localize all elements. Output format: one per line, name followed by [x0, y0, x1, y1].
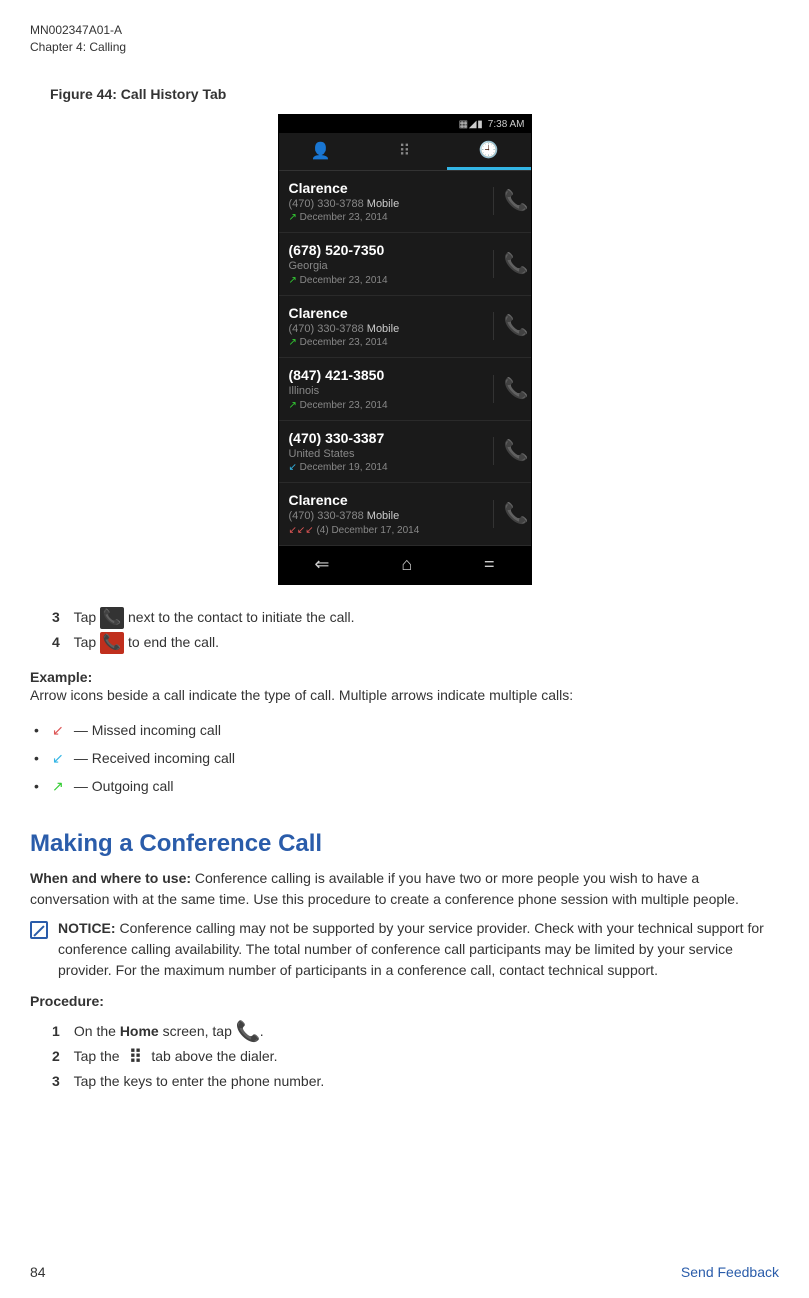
call-action-icon[interactable]: 📞 [493, 500, 521, 528]
call-row[interactable]: Clarence(470) 330-3788 Mobile↗ December … [279, 171, 531, 233]
chapter-label: Chapter 4: Calling [30, 39, 779, 56]
history-tab[interactable]: 🕘 [447, 133, 531, 170]
call-row[interactable]: (470) 330-3387United States↙ December 19… [279, 421, 531, 483]
figure-title: Figure 44: Call History Tab [50, 86, 779, 102]
page-footer: 84 Send Feedback [30, 1264, 779, 1280]
call-row[interactable]: Clarence(470) 330-3788 Mobile↗ December … [279, 296, 531, 358]
phone-app-icon: 📞 [236, 1021, 260, 1043]
call-action-icon[interactable]: 📞 [493, 187, 521, 215]
home-button[interactable]: ⌂ [401, 554, 412, 575]
call-icon: 📞 [100, 607, 124, 629]
back-button[interactable]: ⇐ [314, 554, 329, 575]
step-number: 2 [52, 1044, 70, 1069]
missed-call-icon: ↙ [52, 716, 70, 744]
step-list-a: 3 Tap 📞 next to the contact to initiate … [52, 605, 779, 655]
call-action-icon[interactable]: 📞 [493, 312, 521, 340]
android-navbar: ⇐ ⌂ = [279, 546, 531, 584]
recent-button[interactable]: = [484, 554, 495, 575]
step-number: 3 [52, 605, 70, 630]
status-bar: 7:38 AM ▦ ◢ ▮ [279, 115, 531, 133]
step-number: 1 [52, 1019, 70, 1044]
when-where-text: When and where to use: Conference callin… [30, 868, 779, 910]
notice-block: NOTICE: Conference calling may not be su… [30, 918, 779, 981]
contacts-tab[interactable]: 👤 [279, 133, 363, 170]
received-call-icon: ↙ [52, 744, 70, 772]
section-title: Making a Conference Call [30, 830, 779, 858]
keypad-tab[interactable]: ⠿ [363, 133, 447, 170]
notice-icon [30, 921, 48, 939]
call-action-icon[interactable]: 📞 [493, 437, 521, 465]
keypad-tab-icon: ⠿ [123, 1046, 147, 1068]
example-text: Arrow icons beside a call indicate the t… [30, 685, 779, 706]
call-list: Clarence(470) 330-3788 Mobile↗ December … [279, 171, 531, 546]
doc-id: MN002347A01-A [30, 22, 779, 39]
status-time: 7:38 AM [488, 117, 525, 133]
end-call-icon: 📞 [100, 632, 124, 654]
step-4: 4 Tap 📞 to end the call. [52, 630, 779, 655]
call-row[interactable]: (847) 421-3850Illinois↗ December 23, 201… [279, 358, 531, 420]
example-heading: Example: [30, 669, 779, 685]
doc-header: MN002347A01-A Chapter 4: Calling [30, 22, 779, 56]
call-row[interactable]: (678) 520-7350Georgia↗ December 23, 2014… [279, 233, 531, 295]
outgoing-call-icon: ↗ [52, 772, 70, 800]
step-3: 3 Tap 📞 next to the contact to initiate … [52, 605, 779, 630]
proc-step-2: 2 Tap the ⠿ tab above the dialer. [52, 1044, 779, 1069]
call-action-icon[interactable]: 📞 [493, 375, 521, 403]
step-number: 4 [52, 630, 70, 655]
status-icons: ▦ ◢ ▮ [459, 117, 482, 133]
bullet-received: •↙ — Received incoming call [34, 744, 779, 772]
dialer-tabs: 👤 ⠿ 🕘 [279, 133, 531, 171]
page-number: 84 [30, 1264, 46, 1280]
call-action-icon[interactable]: 📞 [493, 250, 521, 278]
step-list-b: 1 On the Home screen, tap 📞. 2 Tap the ⠿… [52, 1019, 779, 1095]
call-row[interactable]: Clarence(470) 330-3788 Mobile↙↙↙ (4) Dec… [279, 483, 531, 545]
step-number: 3 [52, 1069, 70, 1094]
proc-step-1: 1 On the Home screen, tap 📞. [52, 1019, 779, 1044]
send-feedback-link[interactable]: Send Feedback [681, 1264, 779, 1280]
call-type-bullets: •↙ — Missed incoming call •↙ — Received … [30, 716, 779, 800]
call-history-screenshot: 7:38 AM ▦ ◢ ▮ 👤 ⠿ 🕘 Clarence(470) 330-37… [278, 114, 532, 585]
bullet-missed: •↙ — Missed incoming call [34, 716, 779, 744]
proc-step-3: 3 Tap the keys to enter the phone number… [52, 1069, 779, 1094]
procedure-heading: Procedure: [30, 993, 779, 1009]
bullet-outgoing: •↗ — Outgoing call [34, 772, 779, 800]
